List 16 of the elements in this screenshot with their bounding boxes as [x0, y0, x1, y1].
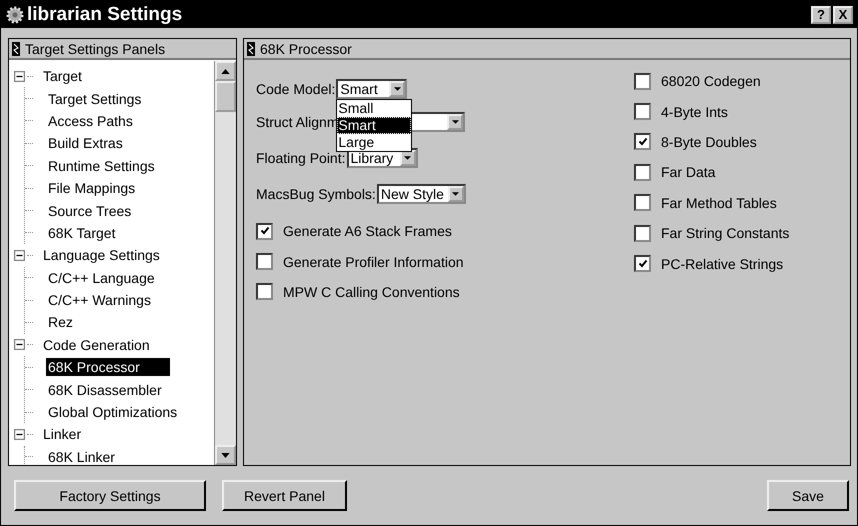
checkbox-label: PC-Relative Strings: [661, 256, 784, 272]
checkbox-label: 68020 Codegen: [661, 73, 761, 90]
field-label: MacsBug Symbols:: [256, 186, 376, 202]
window-title: librarian Settings: [27, 4, 182, 26]
checkbox-label: Far Data: [661, 164, 716, 180]
checkbox-label: Generate A6 Stack Frames: [283, 223, 452, 240]
checkbox-label: Far Method Tables: [661, 194, 777, 211]
checkbox-label: 4-Byte Ints: [661, 104, 728, 120]
checkbox-label: Far String Constants: [661, 225, 790, 242]
field-label: Code Model:: [256, 81, 336, 97]
field-label: Floating Point:: [256, 150, 346, 166]
checkbox-label: MPW C Calling Conventions: [283, 284, 460, 300]
checkbox-label: 8-Byte Doubles: [661, 134, 757, 150]
panel-title: 68K Processor: [260, 40, 352, 56]
panel-title: Target Settings Panels: [25, 40, 166, 56]
checkbox-label: Generate Profiler Information: [283, 254, 464, 270]
